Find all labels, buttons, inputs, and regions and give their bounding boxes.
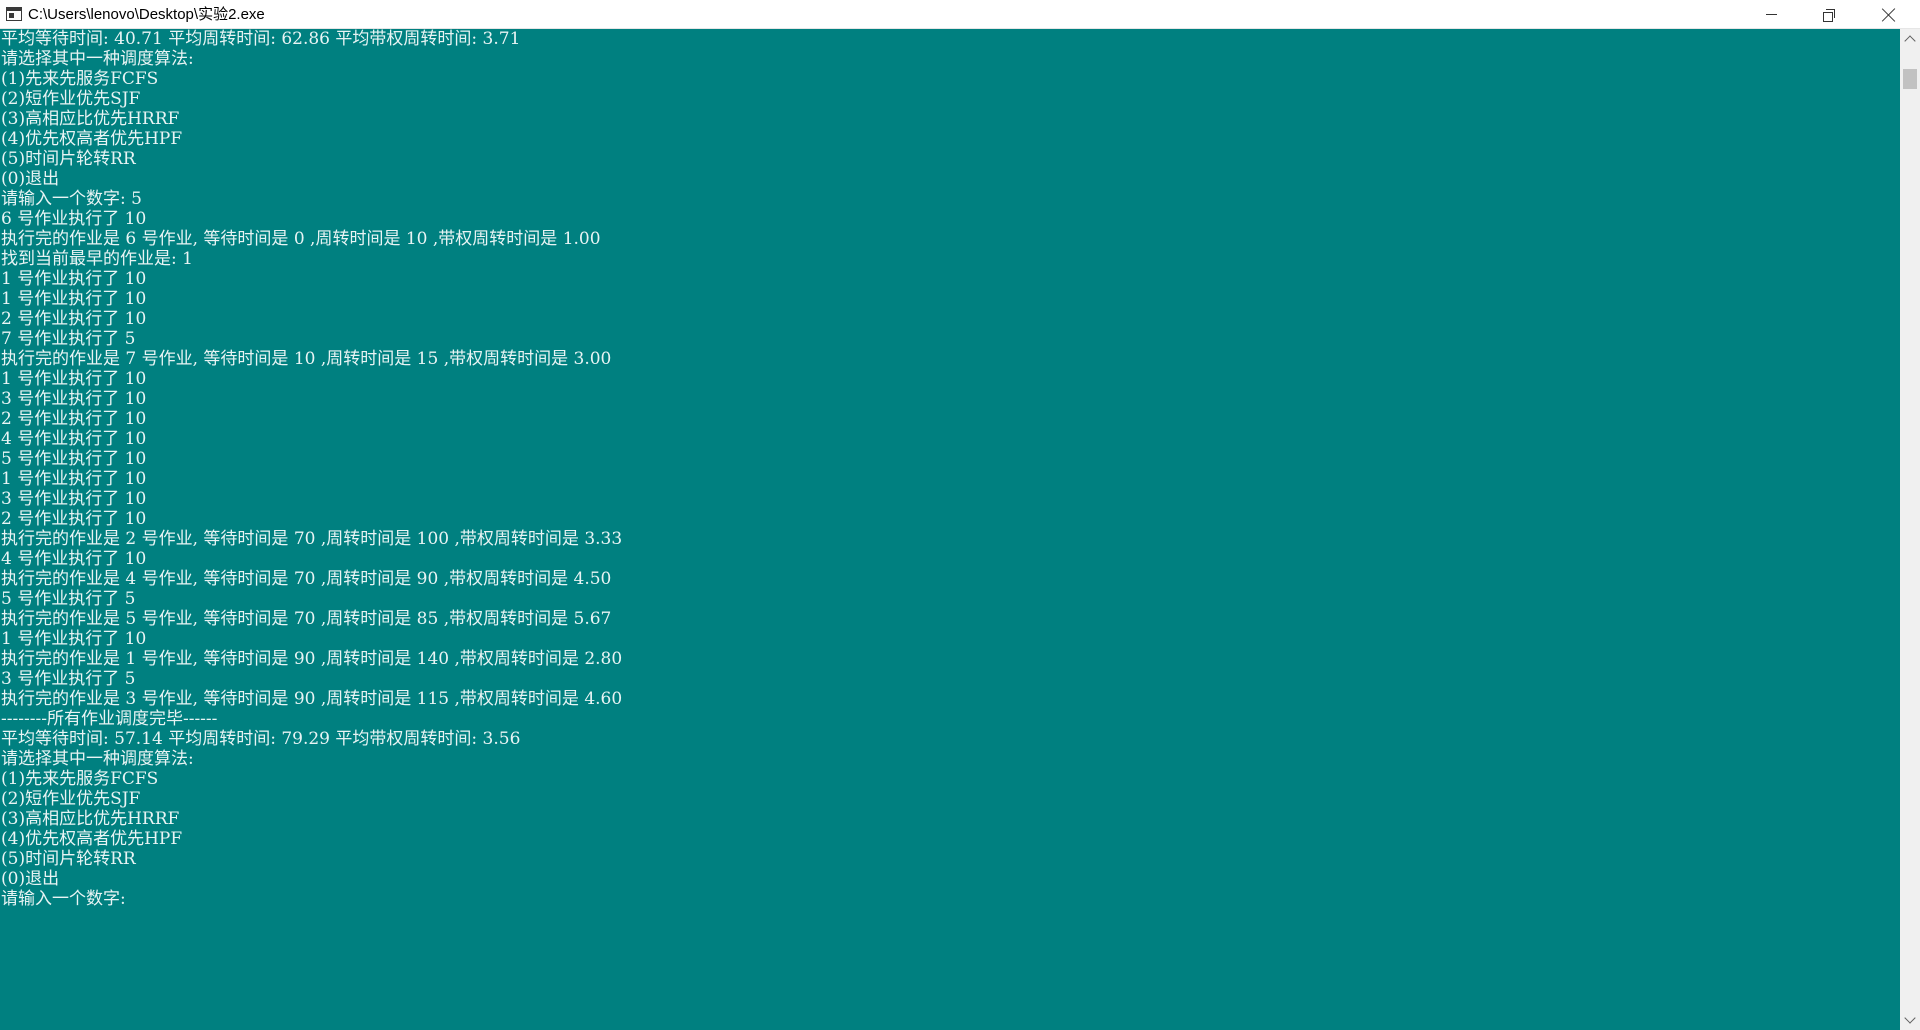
console-line: 1 号作业执行了 10 — [1, 469, 147, 489]
console-line: 平均等待时间: 40.71 平均周转时间: 62.86 平均带权周转时间: 3.… — [1, 29, 521, 49]
console-line: (2)短作业优先SJF — [1, 89, 141, 109]
scroll-up-button[interactable] — [1900, 29, 1920, 49]
console-line: (1)先来先服务FCFS — [1, 769, 159, 789]
console-line: 执行完的作业是 5 号作业, 等待时间是 70 ,周转时间是 85 ,带权周转时… — [1, 609, 612, 629]
console-line: 执行完的作业是 2 号作业, 等待时间是 70 ,周转时间是 100 ,带权周转… — [1, 529, 623, 549]
vertical-scrollbar[interactable] — [1900, 29, 1920, 1030]
scroll-down-arrow-icon — [1904, 1012, 1916, 1024]
scroll-up-arrow-icon — [1904, 35, 1916, 47]
console-line: (3)高相应比优先HRRF — [1, 809, 180, 829]
minimize-button[interactable] — [1742, 0, 1800, 29]
console-line: (5)时间片轮转RR — [1, 849, 136, 869]
console-line: (3)高相应比优先HRRF — [1, 109, 180, 129]
scroll-thumb[interactable] — [1903, 69, 1917, 89]
console-line: (0)退出 — [1, 869, 60, 889]
console-line: 请选择其中一种调度算法: — [1, 749, 194, 769]
console-window: C:\Users\lenovo\Desktop\实验2.exe 平均等待时间: … — [0, 0, 1920, 1030]
console-app-icon[interactable] — [6, 7, 22, 21]
scroll-down-button[interactable] — [1900, 1010, 1920, 1030]
console-line: 3 号作业执行了 10 — [1, 489, 147, 509]
console-line: 2 号作业执行了 10 — [1, 509, 147, 529]
window-title: C:\Users\lenovo\Desktop\实验2.exe — [28, 6, 265, 23]
console-line: 2 号作业执行了 10 — [1, 409, 147, 429]
console-line: 4 号作业执行了 10 — [1, 429, 147, 449]
console-line: 5 号作业执行了 10 — [1, 449, 147, 469]
console-output[interactable]: 平均等待时间: 40.71 平均周转时间: 62.86 平均带权周转时间: 3.… — [0, 29, 1900, 1030]
console-line: 请输入一个数字: — [1, 889, 126, 909]
console-line: (4)优先权高者优先HPF — [1, 829, 183, 849]
console-line: (2)短作业优先SJF — [1, 789, 141, 809]
console-line: 1 号作业执行了 10 — [1, 269, 147, 289]
console-line: 找到当前最早的作业是: 1 — [1, 249, 193, 269]
restore-icon — [1823, 8, 1835, 22]
minimize-icon — [1765, 14, 1777, 15]
console-line: 2 号作业执行了 10 — [1, 309, 147, 329]
console-line: 1 号作业执行了 10 — [1, 289, 147, 309]
close-icon — [1882, 8, 1896, 22]
console-line: 7 号作业执行了 5 — [1, 329, 136, 349]
console-lines: 平均等待时间: 40.71 平均周转时间: 62.86 平均带权周转时间: 3.… — [0, 29, 1900, 909]
console-line: 请输入一个数字: 5 — [1, 189, 142, 209]
console-line: 6 号作业执行了 10 — [1, 209, 147, 229]
console-line: (1)先来先服务FCFS — [1, 69, 159, 89]
console-line: 3 号作业执行了 5 — [1, 669, 136, 689]
restore-button[interactable] — [1800, 0, 1858, 29]
console-line: 5 号作业执行了 5 — [1, 589, 136, 609]
console-line: 4 号作业执行了 10 — [1, 549, 147, 569]
console-line: 执行完的作业是 7 号作业, 等待时间是 10 ,周转时间是 15 ,带权周转时… — [1, 349, 612, 369]
console-line: 1 号作业执行了 10 — [1, 369, 147, 389]
console-line: 执行完的作业是 6 号作业, 等待时间是 0 ,周转时间是 10 ,带权周转时间… — [1, 229, 601, 249]
console-line: (4)优先权高者优先HPF — [1, 129, 183, 149]
console-line: 执行完的作业是 4 号作业, 等待时间是 70 ,周转时间是 90 ,带权周转时… — [1, 569, 612, 589]
console-line: 3 号作业执行了 10 — [1, 389, 147, 409]
console-line: 平均等待时间: 57.14 平均周转时间: 79.29 平均带权周转时间: 3.… — [1, 729, 521, 749]
close-button[interactable] — [1858, 0, 1920, 29]
console-line: 请选择其中一种调度算法: — [1, 49, 194, 69]
console-line: (5)时间片轮转RR — [1, 149, 136, 169]
console-line: --------所有作业调度完毕------ — [1, 709, 218, 729]
title-bar[interactable]: C:\Users\lenovo\Desktop\实验2.exe — [0, 0, 1920, 29]
console-line: 1 号作业执行了 10 — [1, 629, 147, 649]
console-line: 执行完的作业是 3 号作业, 等待时间是 90 ,周转时间是 115 ,带权周转… — [1, 689, 623, 709]
console-line: (0)退出 — [1, 169, 60, 189]
console-line: 执行完的作业是 1 号作业, 等待时间是 90 ,周转时间是 140 ,带权周转… — [1, 649, 623, 669]
